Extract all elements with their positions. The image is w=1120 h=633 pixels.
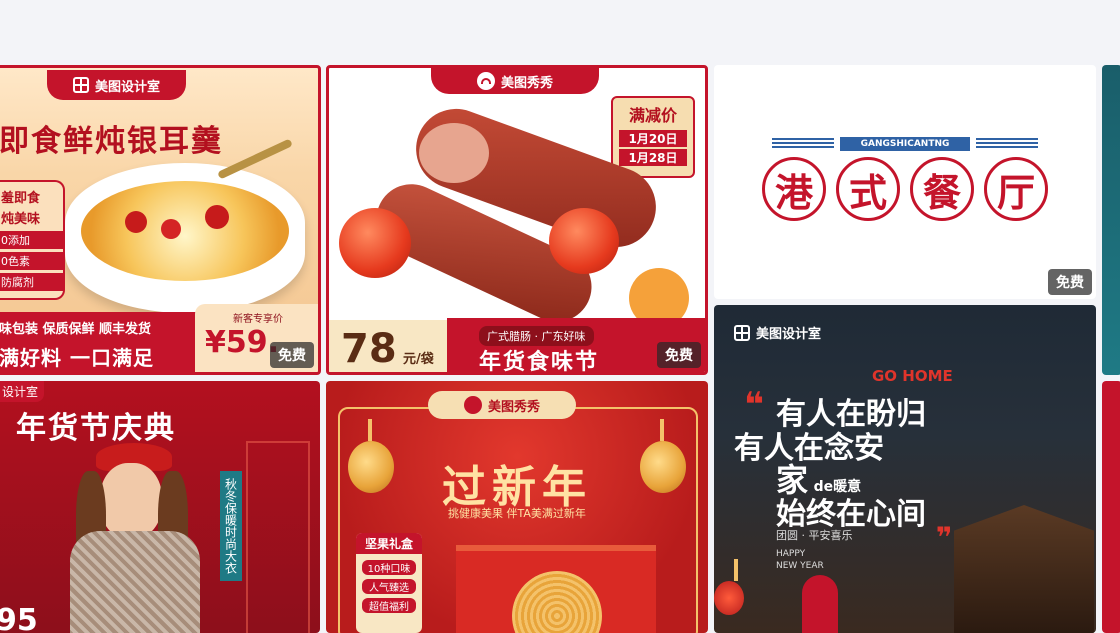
free-badge: 免费	[1048, 269, 1092, 295]
top-bar	[0, 0, 1120, 62]
side-label-text: 秋冬保暖时尚大衣	[223, 478, 238, 574]
person-icon	[802, 575, 838, 633]
quote-close-icon: ❞	[936, 521, 953, 554]
gift-box-item: 10种口味	[362, 560, 416, 575]
logo-chars: 港 式 餐 厅	[762, 157, 1048, 221]
price-number: 78	[341, 326, 397, 372]
subtitle-label: GANGSHICANTNG	[840, 137, 970, 151]
feature-item: 0添加	[0, 231, 63, 249]
gift-box-item: 人气臻选	[362, 579, 416, 594]
brand-name: 美图设计室	[756, 327, 822, 342]
tag-big: 年货食味节	[479, 350, 600, 375]
template-card-go-home[interactable]: 美图设计室 GO HOME ❝ 有人在盼归 有人在念安 家 de暖意 始终在心间…	[714, 305, 1096, 633]
meitu-logo-icon	[477, 72, 495, 90]
bowl-icon	[65, 138, 305, 313]
stripes-right	[976, 138, 1038, 150]
template-card-new-year-gift[interactable]: 美图秀秀 过新年 挑健康美果 伴TA美满过新年 坚果礼盒 10种口味 人气臻选 …	[326, 381, 708, 633]
template-card-hk-restaurant[interactable]: GANGSHICANTNG 港 式 餐 厅 免费	[714, 65, 1096, 299]
number-tag: 95	[0, 603, 38, 633]
brand-tag: 设计室	[0, 381, 45, 402]
new-year-text: NEW YEAR	[776, 561, 824, 571]
price-label: 新客专享价	[233, 314, 283, 325]
meitu-logo-icon	[464, 396, 482, 414]
feature-item: 防腐剂	[0, 273, 63, 291]
side-label: 秋冬保暖时尚大衣	[220, 471, 242, 581]
promo-date: 1月28日	[619, 149, 687, 166]
free-badge: 免费	[657, 342, 701, 368]
gift-box-icon	[456, 551, 656, 633]
house-icon	[954, 505, 1094, 633]
template-card-newyear-fashion[interactable]: 设计室 年货节庆典 秋冬保暖时尚大衣 95	[0, 381, 320, 633]
feature-item: 羞即食	[1, 191, 41, 206]
feature-item: 0色素	[0, 252, 63, 270]
quote-open-icon: ❝	[744, 385, 764, 425]
brand-tag: 美图设计室	[47, 70, 187, 100]
char-circle: 港	[762, 157, 826, 221]
brand-tag: 美图秀秀	[428, 391, 577, 419]
char-circle: 厅	[984, 157, 1048, 221]
small-caption: 团圆 · 平安喜乐	[776, 529, 853, 542]
gift-box-title: 坚果礼盒	[356, 533, 422, 554]
card-title: 即食鲜炖银耳羹	[0, 124, 223, 159]
template-card-sausage[interactable]: 美图秀秀 满减价 1月20日 1月28日 78 元/袋 广式腊肠 · 广东好味 …	[326, 65, 708, 375]
template-card-partial[interactable]	[1102, 381, 1120, 633]
brand-name: 美图秀秀	[501, 75, 554, 91]
brand-tag: 美图秀秀	[431, 68, 600, 94]
gift-box-item: 超值福利	[362, 598, 416, 613]
template-card-partial[interactable]	[1102, 65, 1120, 375]
stripes-left	[772, 138, 834, 150]
info-line: 味包装 保质保鲜 顺丰发货	[0, 322, 152, 337]
logo-icon	[734, 324, 750, 341]
price-unit: 元/袋	[403, 352, 434, 367]
frame-lines	[246, 441, 310, 633]
feature-list: 羞即食 炖美味 0添加 0色素 防腐剂	[0, 180, 65, 300]
char-circle: 式	[836, 157, 900, 221]
brand-name: 美图设计室	[95, 79, 161, 95]
brand-tag: 美图设计室	[734, 323, 821, 342]
happy-text: HAPPY	[776, 549, 806, 559]
card-title: 年货节庆典	[16, 411, 176, 446]
logo-icon	[73, 77, 89, 93]
promo-title: 满减价	[628, 106, 677, 125]
slogan: 满好料 一口满足	[0, 346, 154, 370]
go-home-label: GO HOME	[872, 367, 953, 385]
brand-name: 美图秀秀	[488, 399, 541, 415]
char-circle: 餐	[910, 157, 974, 221]
promo-box: 满减价 1月20日 1月28日	[611, 96, 695, 178]
card-subtitle: 挑健康美果 伴TA美满过新年	[448, 507, 586, 520]
lantern-icon	[714, 559, 744, 615]
template-card-tremella-soup[interactable]: 美图设计室 即食鲜炖银耳羹 羞即食 炖美味 0添加 0色素 防腐剂 味包装 保质…	[0, 65, 321, 375]
promo-date: 1月20日	[619, 130, 687, 147]
free-badge: 免费	[270, 342, 314, 368]
tag-small: 广式腊肠 · 广东好味	[479, 326, 594, 346]
feature-item: 炖美味	[1, 212, 41, 227]
gift-box-list: 坚果礼盒 10种口味 人气臻选 超值福利	[356, 533, 422, 633]
